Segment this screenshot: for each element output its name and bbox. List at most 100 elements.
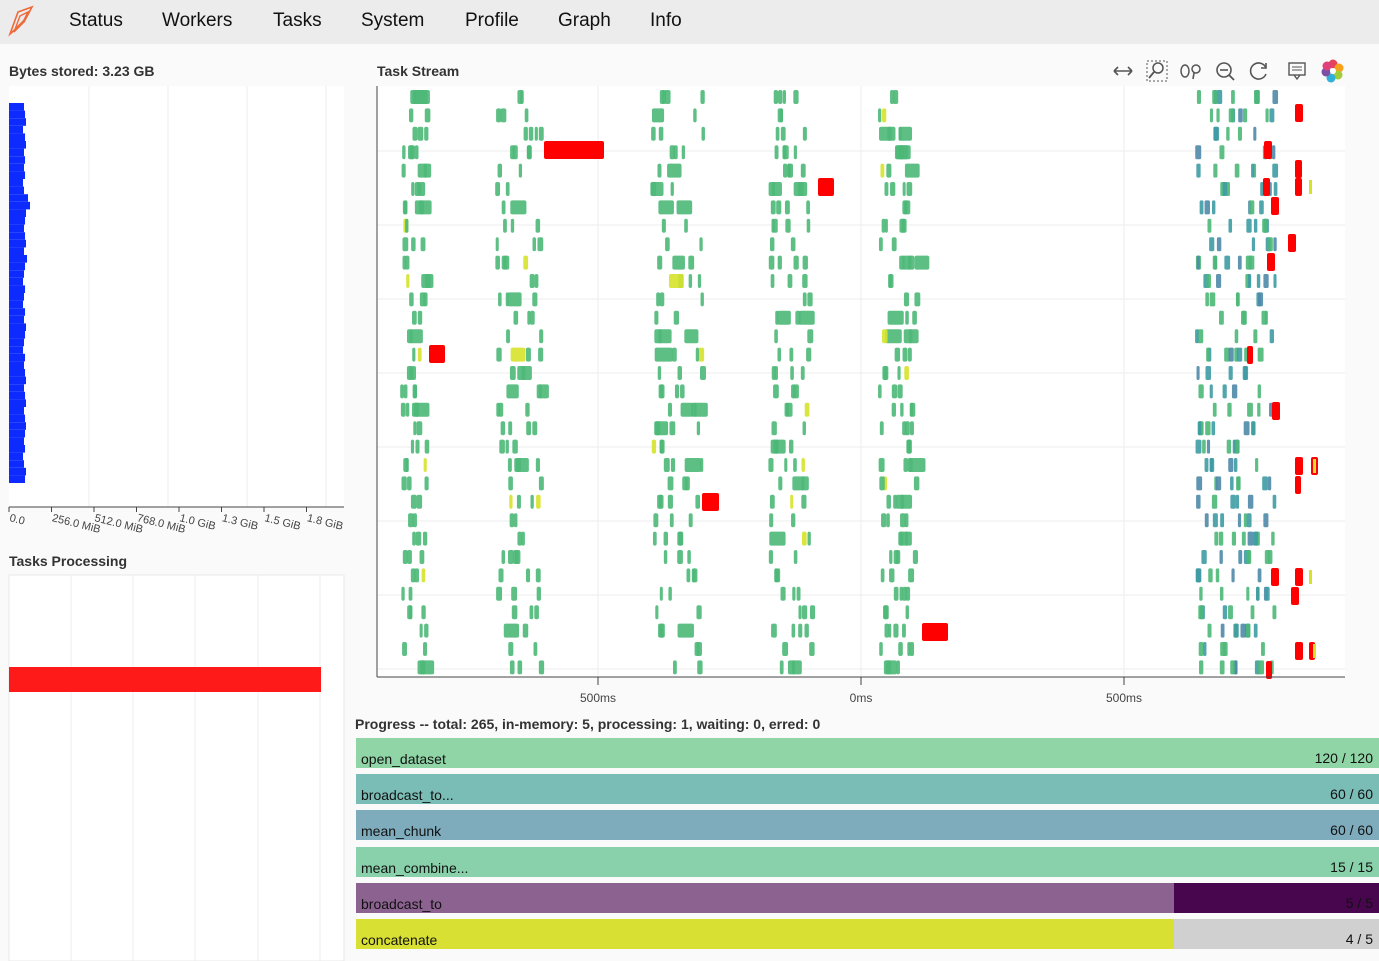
task-rect[interactable] — [680, 402, 694, 417]
task-rect[interactable] — [801, 494, 807, 509]
task-rect[interactable] — [1199, 660, 1204, 675]
task-rect[interactable] — [677, 550, 683, 564]
task-rect[interactable] — [1218, 531, 1224, 546]
task-rect[interactable] — [1213, 163, 1218, 178]
task-rect[interactable] — [696, 421, 701, 436]
task-rect[interactable] — [409, 329, 423, 344]
task-rect[interactable] — [409, 292, 414, 307]
task-rect[interactable] — [680, 384, 685, 399]
task-rect[interactable] — [1247, 550, 1251, 564]
task-rect[interactable] — [1272, 90, 1279, 104]
task-rect[interactable] — [884, 218, 888, 233]
task-rect[interactable] — [897, 384, 903, 399]
task-rect[interactable] — [1202, 439, 1206, 454]
task-rect[interactable] — [774, 329, 778, 344]
task-rect[interactable] — [1211, 421, 1216, 436]
task-rect[interactable] — [1257, 402, 1261, 417]
task-rect[interactable] — [676, 200, 693, 215]
task-rect[interactable] — [885, 329, 902, 344]
task-rect[interactable] — [526, 145, 532, 160]
task-rect[interactable] — [511, 605, 518, 620]
task-rect[interactable] — [1256, 274, 1261, 288]
task-rect[interactable] — [900, 513, 906, 528]
task-rect[interactable] — [1262, 476, 1268, 491]
task-rect-transfer[interactable] — [1267, 253, 1275, 271]
task-rect[interactable] — [1228, 458, 1234, 472]
task-rect[interactable] — [507, 458, 512, 472]
task-rect[interactable] — [802, 421, 806, 436]
task-rect[interactable] — [658, 329, 662, 344]
task-rect[interactable] — [697, 274, 702, 288]
task-rect[interactable] — [899, 218, 906, 233]
task-rect[interactable] — [878, 458, 885, 472]
task-rect[interactable] — [686, 568, 691, 583]
task-rect[interactable] — [503, 255, 510, 270]
task-rect[interactable] — [506, 329, 510, 344]
task-rect[interactable] — [538, 660, 545, 675]
task-rect[interactable] — [798, 310, 815, 325]
task-rect[interactable] — [1247, 531, 1254, 546]
task-rect[interactable] — [905, 310, 909, 325]
task-rect[interactable] — [1212, 513, 1218, 528]
task-rect[interactable] — [798, 623, 803, 638]
task-rect[interactable] — [1309, 180, 1312, 194]
task-rect[interactable] — [651, 108, 665, 123]
task-rect[interactable] — [801, 605, 808, 620]
task-rect[interactable] — [1219, 310, 1224, 325]
task-rect[interactable] — [908, 439, 912, 454]
task-rect[interactable] — [695, 347, 699, 362]
task-rect[interactable] — [1227, 402, 1232, 417]
task-rect[interactable] — [514, 550, 521, 564]
task-rect[interactable] — [518, 163, 523, 178]
task-rect[interactable] — [881, 513, 887, 528]
task-rect[interactable] — [806, 347, 812, 362]
task-rect[interactable] — [677, 623, 694, 638]
task-rect[interactable] — [496, 108, 502, 123]
task-rect[interactable] — [651, 126, 656, 141]
task-rect[interactable] — [416, 421, 423, 436]
task-rect-transfer[interactable] — [1295, 178, 1302, 196]
task-rect[interactable] — [696, 642, 702, 656]
task-rect[interactable] — [1262, 218, 1268, 233]
task-rect[interactable] — [1265, 586, 1270, 601]
task-rect[interactable] — [899, 586, 903, 601]
task-rect[interactable] — [650, 182, 664, 196]
task-rect[interactable] — [503, 623, 520, 638]
task-rect[interactable] — [904, 163, 920, 178]
task-rect[interactable] — [411, 402, 430, 417]
task-rect[interactable] — [405, 402, 410, 417]
task-rect[interactable] — [700, 292, 704, 307]
task-rect[interactable] — [769, 531, 786, 546]
task-rect[interactable] — [903, 292, 910, 307]
task-rect[interactable] — [417, 347, 422, 362]
task-rect[interactable] — [879, 642, 883, 656]
task-rect[interactable] — [417, 660, 435, 675]
task-rect[interactable] — [784, 458, 788, 472]
task-rect[interactable] — [669, 421, 676, 436]
task-rect[interactable] — [1259, 200, 1264, 215]
task-rect[interactable] — [788, 439, 794, 454]
task-rect-transfer[interactable] — [702, 493, 719, 511]
task-rect[interactable] — [671, 347, 677, 362]
task-rect[interactable] — [1236, 476, 1240, 491]
task-rect[interactable] — [681, 145, 685, 160]
task-stream-chart[interactable]: 500ms 0ms 500ms — [0, 0, 1379, 712]
task-rect[interactable] — [904, 200, 908, 215]
task-rect[interactable] — [506, 384, 519, 399]
task-rect[interactable] — [1220, 513, 1225, 528]
task-rect[interactable] — [497, 163, 503, 178]
task-rect[interactable] — [802, 274, 808, 288]
task-rect[interactable] — [1273, 182, 1278, 196]
task-rect[interactable] — [527, 310, 531, 325]
task-rect[interactable] — [1196, 255, 1200, 270]
task-rect[interactable] — [670, 458, 676, 472]
task-rect[interactable] — [1246, 513, 1252, 528]
task-rect[interactable] — [508, 642, 514, 656]
task-rect[interactable] — [793, 90, 799, 104]
task-rect[interactable] — [1248, 255, 1255, 270]
task-rect[interactable] — [774, 568, 779, 583]
task-rect[interactable] — [884, 182, 889, 196]
task-rect[interactable] — [699, 458, 704, 472]
task-rect[interactable] — [893, 586, 899, 601]
task-rect[interactable] — [791, 384, 796, 399]
